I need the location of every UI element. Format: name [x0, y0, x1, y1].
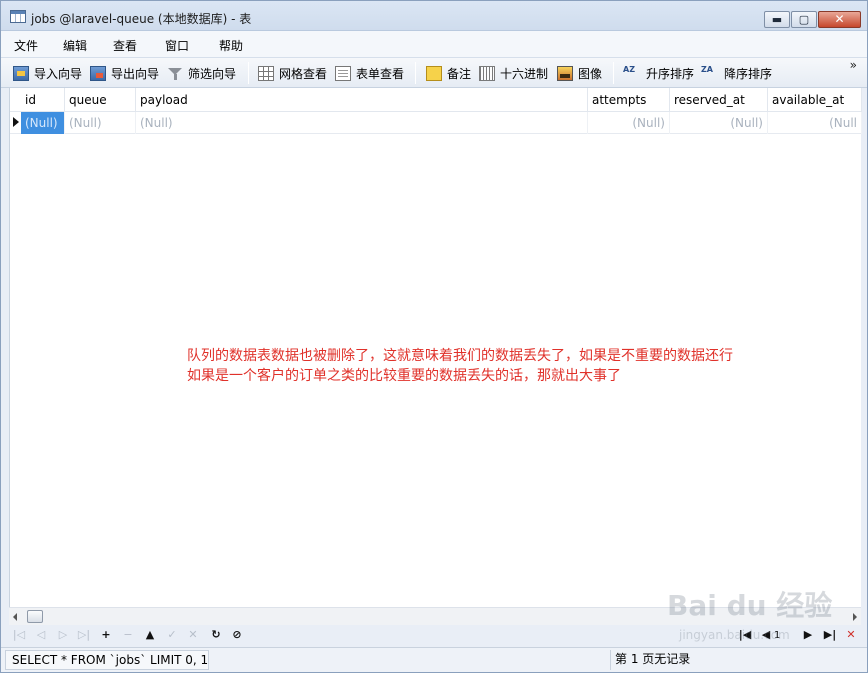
annotation-line-1: 队列的数据表数据也被删除了，这就意味着我们的数据丢失了，如果是不重要的数据还行 [187, 348, 733, 364]
annotation-text: 队列的数据表数据也被删除了，这就意味着我们的数据丢失了，如果是不重要的数据还行 … [187, 346, 733, 386]
cell-id[interactable]: (Null) [21, 112, 65, 134]
apply-changes-button[interactable]: ▲ [143, 628, 157, 642]
export-icon [90, 65, 106, 81]
title-bar: jobs @laravel-queue (本地数据库) - 表 ▬ ▢ ✕ [1, 1, 867, 31]
filter-wizard-button[interactable]: 筛选向导 [167, 64, 236, 82]
menu-view[interactable]: 查看 [113, 37, 137, 54]
next-page-button[interactable]: ▶ [801, 628, 815, 642]
cell-reserved-at[interactable]: (Null) [670, 112, 768, 134]
first-page-button[interactable]: |◀ [738, 628, 752, 642]
minimize-icon: ▬ [771, 13, 783, 26]
toolbar-divider [613, 62, 614, 84]
column-header-payload[interactable]: payload [136, 88, 588, 112]
column-header-available-at[interactable]: available_at [768, 88, 862, 112]
grid-header: id queue payload attempts reserved_at av… [10, 88, 862, 112]
table-row[interactable]: (Null) (Null) (Null) (Null) (Null) (Null [10, 112, 862, 134]
export-wizard-button[interactable]: 导出向导 [90, 64, 159, 82]
image-icon [557, 65, 573, 81]
filter-icon [167, 66, 183, 81]
cell-queue[interactable]: (Null) [65, 112, 136, 134]
image-label: 图像 [578, 66, 603, 81]
record-navigation-bar: |◁ ◁ ▷ ▷| + − ▲ ✓ ✕ ↻ ⊘ |◀ ◀ 1 ▶ ▶| ✕ [1, 625, 867, 647]
status-sql-query: SELECT * FROM `jobs` LIMIT 0, 10 [5, 650, 209, 670]
window-title: jobs @laravel-queue (本地数据库) - 表 [31, 12, 252, 26]
toolbar-divider [248, 62, 249, 84]
form-view-button[interactable]: 表单查看 [335, 64, 404, 82]
sort-ascending-button[interactable]: AZ 升序排序 [623, 64, 694, 82]
page-number: 1 [774, 630, 781, 641]
toolbar-overflow-button[interactable]: » [850, 59, 857, 71]
import-icon [13, 65, 29, 81]
grid-icon [258, 65, 274, 81]
horizontal-scrollbar[interactable] [9, 607, 861, 625]
cell-available-at[interactable]: (Null [768, 112, 862, 134]
sort-descending-label: 降序排序 [724, 66, 773, 81]
maximize-icon: ▢ [798, 13, 810, 26]
scrollbar-thumb[interactable] [27, 610, 43, 623]
scroll-right-icon[interactable] [853, 613, 857, 621]
grid-view-label: 网格查看 [279, 66, 328, 81]
refresh-button[interactable]: ↻ [209, 628, 223, 642]
previous-page-button[interactable]: ◀ [759, 628, 773, 642]
sort-descending-icon: ZA [701, 64, 713, 74]
form-view-label: 表单查看 [356, 66, 405, 81]
menu-help[interactable]: 帮助 [219, 37, 243, 54]
add-record-button[interactable]: + [99, 628, 113, 642]
sort-descending-button[interactable]: ZA 降序排序 [701, 64, 772, 82]
scroll-left-icon[interactable] [13, 613, 17, 621]
import-wizard-button[interactable]: 导入向导 [13, 64, 82, 82]
sort-ascending-icon: AZ [623, 64, 635, 74]
hex-label: 十六进制 [500, 66, 549, 81]
menu-window[interactable]: 窗口 [165, 37, 189, 54]
sort-ascending-label: 升序排序 [646, 66, 695, 81]
next-record-button[interactable]: ▷ [56, 628, 70, 642]
close-button[interactable]: ✕ [818, 11, 861, 28]
toolbar: 导入向导 导出向导 筛选向导 网格查看 表单查看 备注 十六进制 图像 AZ 升… [1, 58, 867, 88]
annotation-line-2: 如果是一个客户的订单之类的比较重要的数据丢失的话，那就出大事了 [187, 368, 621, 384]
current-row-indicator-icon [13, 117, 19, 127]
discard-changes-button[interactable]: ✕ [186, 628, 200, 642]
window-controls: ▬ ▢ ✕ [763, 11, 861, 28]
cell-attempts[interactable]: (Null) [588, 112, 670, 134]
settings-tools-icon[interactable]: ✕ [844, 628, 858, 642]
toolbar-divider [415, 62, 416, 84]
menu-edit[interactable]: 编辑 [63, 37, 87, 54]
column-header-reserved-at[interactable]: reserved_at [670, 88, 768, 112]
memo-button[interactable]: 备注 [426, 64, 471, 82]
delete-record-button[interactable]: − [121, 628, 135, 642]
column-header-queue[interactable]: queue [65, 88, 136, 112]
memo-label: 备注 [447, 66, 472, 81]
filter-wizard-label: 筛选向导 [188, 66, 237, 81]
column-header-id[interactable]: id [21, 88, 65, 112]
hex-button[interactable]: 十六进制 [479, 64, 548, 82]
check-button[interactable]: ✓ [165, 628, 179, 642]
previous-record-button[interactable]: ◁ [34, 628, 48, 642]
close-icon: ✕ [834, 12, 845, 26]
grid-view-button[interactable]: 网格查看 [258, 64, 327, 82]
image-button[interactable]: 图像 [557, 64, 602, 82]
cell-payload[interactable]: (Null) [136, 112, 588, 134]
menu-bar: 文件 编辑 查看 窗口 帮助 [1, 31, 867, 58]
status-bar: SELECT * FROM `jobs` LIMIT 0, 10 第 1 页无记… [1, 647, 867, 672]
table-icon [10, 10, 26, 23]
first-record-button[interactable]: |◁ [12, 628, 26, 642]
table-window: jobs @laravel-queue (本地数据库) - 表 ▬ ▢ ✕ 文件… [0, 0, 868, 673]
minimize-button[interactable]: ▬ [764, 11, 790, 28]
export-wizard-label: 导出向导 [111, 66, 160, 81]
menu-file[interactable]: 文件 [14, 37, 38, 54]
stop-button[interactable]: ⊘ [230, 628, 244, 642]
status-record-count: 第 1 页无记录 [610, 650, 862, 670]
last-page-button[interactable]: ▶| [823, 628, 837, 642]
last-record-button[interactable]: ▷| [77, 628, 91, 642]
form-icon [335, 65, 351, 81]
import-wizard-label: 导入向导 [34, 66, 83, 81]
column-header-attempts[interactable]: attempts [588, 88, 670, 112]
memo-icon [426, 65, 442, 81]
hex-icon [479, 65, 495, 81]
maximize-button[interactable]: ▢ [791, 11, 817, 28]
